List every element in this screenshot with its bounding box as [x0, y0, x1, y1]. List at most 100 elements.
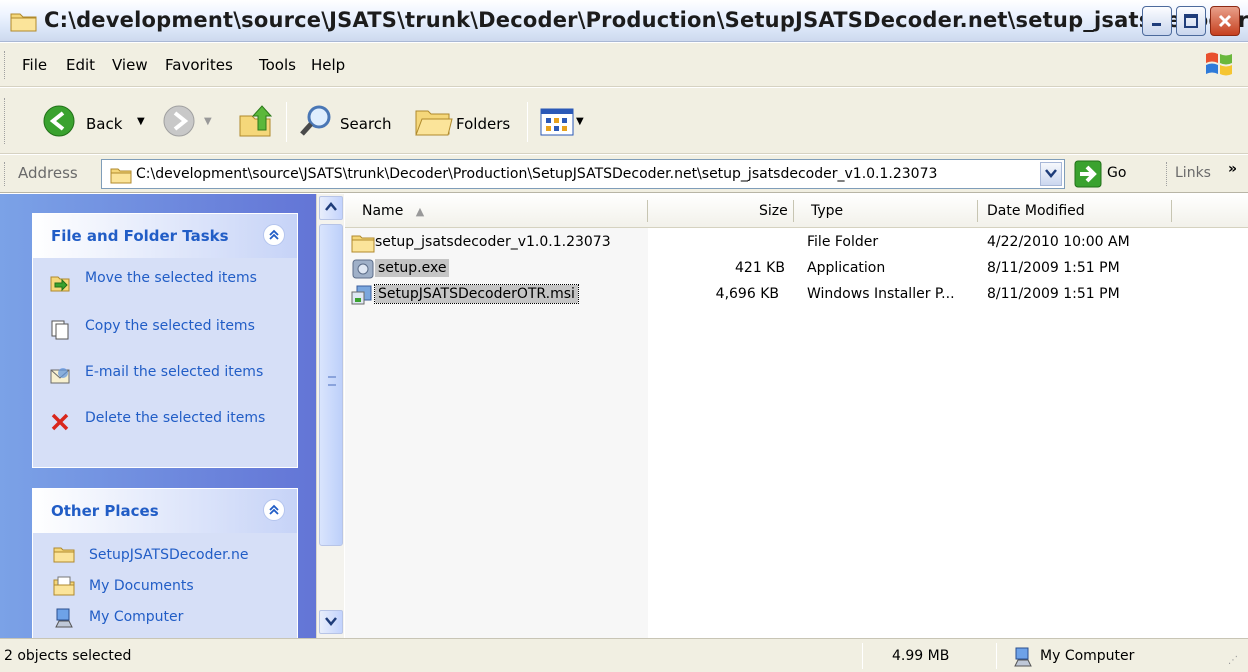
scroll-thumb[interactable] [319, 224, 343, 546]
go-arrow-icon[interactable] [1074, 160, 1102, 192]
file-date: 4/22/2010 10:00 AM [987, 234, 1130, 250]
sort-ascending-icon: ▲ [415, 205, 425, 218]
copy-icon [49, 319, 71, 341]
minimize-button[interactable] [1142, 6, 1172, 36]
place-my-documents[interactable]: My Documents [53, 576, 194, 596]
column-separator[interactable] [977, 200, 978, 222]
chevron-right-icon[interactable]: » [1228, 161, 1237, 177]
views-dropdown-icon[interactable]: ▼ [576, 116, 584, 127]
folders-button[interactable]: Folders [456, 115, 510, 133]
maximize-button[interactable] [1176, 6, 1206, 36]
resize-grip-icon[interactable]: ⋰ [1228, 655, 1238, 666]
column-header-date[interactable]: Date Modified [987, 203, 1085, 219]
address-bar: Address C:\development\source\JSATS\trun… [0, 155, 1248, 193]
maximize-icon [1177, 7, 1205, 35]
status-size: 4.99 MB [892, 648, 950, 664]
place-label: My Documents [89, 578, 194, 594]
forward-dropdown-icon[interactable]: ▼ [204, 116, 212, 127]
folder-icon [53, 545, 75, 565]
toolbar-separator [286, 102, 287, 142]
scroll-grip [328, 376, 336, 386]
folder-icon [110, 166, 132, 188]
status-bar: 2 objects selected 4.99 MB My Computer ⋰ [0, 638, 1248, 672]
column-headers: Name ▲ Size Type Date Modified [345, 194, 1248, 228]
file-type: Application [807, 260, 886, 276]
place-label: My Computer [89, 609, 184, 625]
column-header-name[interactable]: Name ▲ [362, 203, 424, 219]
table-row[interactable]: setup.exe 421 KB Application 8/11/2009 1… [345, 256, 1248, 282]
file-list[interactable]: Name ▲ Size Type Date Modified setup_jsa… [345, 194, 1248, 638]
search-icon[interactable] [298, 103, 334, 143]
file-name: setup_jsatsdecoder_v1.0.1.23073 [375, 234, 611, 250]
close-button[interactable] [1210, 6, 1240, 36]
table-row[interactable]: setup_jsatsdecoder_v1.0.1.23073 File Fol… [345, 230, 1248, 256]
column-separator[interactable] [1171, 200, 1172, 222]
file-folder-tasks-panel: File and Folder Tasks Move the selected … [32, 213, 298, 468]
menu-tools[interactable]: Tools [259, 56, 296, 74]
task-delete[interactable]: Delete the selected items [49, 409, 285, 433]
menu-favorites[interactable]: Favorites [165, 56, 233, 74]
panel-title: File and Folder Tasks [51, 227, 229, 245]
title-bar[interactable]: C:\development\source\JSATS\trunk\Decode… [0, 0, 1248, 42]
close-icon [1211, 7, 1239, 35]
go-button[interactable]: Go [1107, 165, 1126, 181]
address-label: Address [18, 164, 78, 182]
task-pane: File and Folder Tasks Move the selected … [0, 194, 316, 638]
folder-icon [351, 233, 375, 257]
table-row[interactable]: SetupJSATSDecoderOTR.msi 4,696 KB Window… [345, 282, 1248, 308]
scroll-down-button[interactable] [319, 610, 343, 634]
panel-header[interactable]: File and Folder Tasks [33, 214, 297, 258]
views-icon[interactable] [540, 108, 574, 140]
msi-icon [349, 284, 375, 310]
address-dropdown-button[interactable] [1040, 162, 1062, 186]
menu-help[interactable]: Help [311, 56, 345, 74]
collapse-icon[interactable] [263, 224, 285, 246]
links-separator [1166, 162, 1167, 186]
selected-name: setup.exe [375, 259, 450, 277]
menubar-grip [4, 51, 7, 79]
task-label: Move the selected items [85, 270, 257, 286]
folders-icon[interactable] [414, 103, 454, 143]
scroll-up-button[interactable] [319, 196, 343, 220]
toolbar: Back ▼ ▼ Search Folders ▼ [0, 88, 1248, 154]
menu-edit[interactable]: Edit [66, 56, 95, 74]
task-pane-scrollbar[interactable] [316, 194, 344, 638]
move-icon [49, 271, 71, 293]
file-type: File Folder [807, 234, 879, 250]
file-name: setup.exe [375, 259, 450, 277]
back-arrow-icon[interactable] [42, 104, 76, 142]
place-parent-folder[interactable]: SetupJSATSDecoder.ne [53, 545, 249, 565]
task-copy[interactable]: Copy the selected items [49, 317, 285, 341]
forward-arrow-icon[interactable] [162, 104, 196, 142]
file-type: Windows Installer P... [807, 286, 955, 302]
column-separator[interactable] [793, 200, 794, 222]
column-separator[interactable] [647, 200, 648, 222]
search-button[interactable]: Search [340, 115, 392, 133]
status-selection: 2 objects selected [4, 648, 132, 664]
menu-file[interactable]: File [22, 56, 47, 74]
back-dropdown-icon[interactable]: ▼ [137, 116, 145, 127]
task-move[interactable]: Move the selected items [49, 269, 285, 293]
column-header-size[interactable]: Size [759, 203, 788, 219]
toolbar-separator [527, 102, 528, 142]
back-button[interactable]: Back [86, 115, 122, 133]
place-my-computer[interactable]: My Computer [53, 607, 184, 628]
up-folder-icon[interactable] [236, 102, 276, 144]
delete-icon [49, 411, 71, 433]
email-icon [49, 365, 71, 387]
chevron-down-icon [1045, 166, 1057, 182]
links-button[interactable]: Links [1175, 165, 1211, 181]
window-title: C:\development\source\JSATS\trunk\Decode… [44, 8, 1248, 32]
address-input[interactable]: C:\development\source\JSATS\trunk\Decode… [101, 159, 1065, 189]
status-separator [996, 643, 997, 669]
panel-header[interactable]: Other Places [33, 489, 297, 533]
column-label: Name [362, 203, 404, 219]
column-header-type[interactable]: Type [811, 203, 843, 219]
collapse-icon[interactable] [263, 499, 285, 521]
task-email[interactable]: E-mail the selected items [49, 363, 285, 387]
menu-view[interactable]: View [112, 56, 148, 74]
exe-icon [351, 258, 375, 284]
chevron-up-icon [325, 200, 337, 216]
addressbar-grip [4, 162, 5, 186]
other-places-panel: Other Places SetupJSATSDecoder.ne My Doc… [32, 488, 298, 638]
